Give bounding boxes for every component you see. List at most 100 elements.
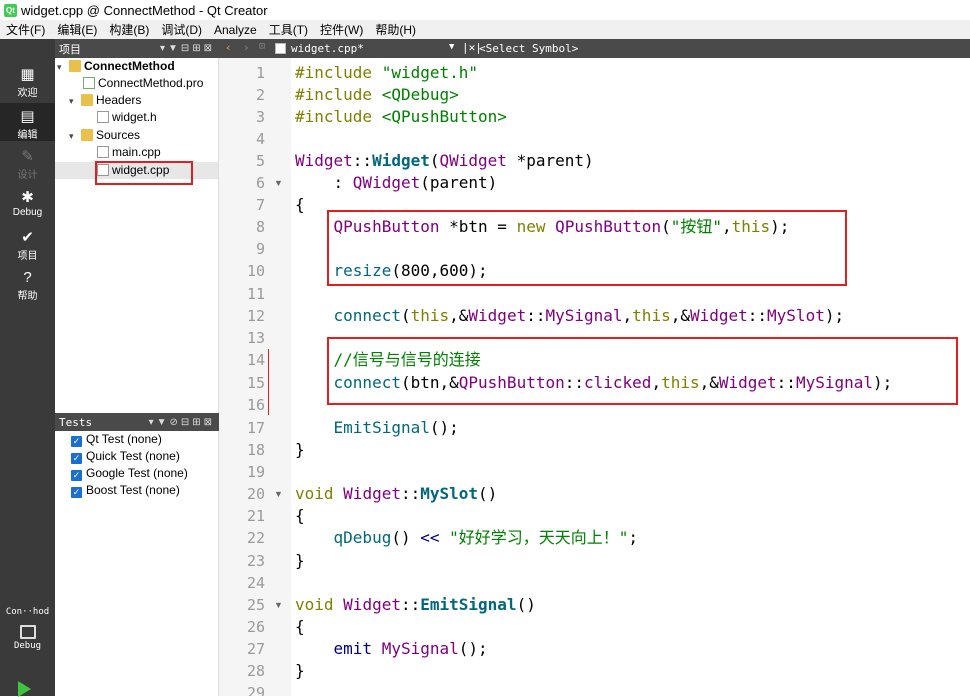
tree-item-headers[interactable]: ▾ Headers bbox=[69, 92, 141, 109]
menu-tools[interactable]: 工具(T) bbox=[269, 21, 308, 38]
panel-toolbar-icons[interactable]: ▾▼⊘⊟⊞⊠ bbox=[149, 417, 215, 428]
editor-file-tab[interactable]: widget.cpp* bbox=[291, 42, 364, 55]
folder-icon bbox=[81, 129, 93, 141]
editor-toolbar: ‹ › ⊡ widget.cpp* ▼ |✕| <Select Symbol> bbox=[219, 39, 970, 58]
line-number: 2 bbox=[255, 86, 265, 104]
code-line: } bbox=[295, 661, 305, 680]
line-number: 19 bbox=[246, 463, 265, 481]
line-number: 24 bbox=[246, 574, 265, 592]
bug-icon: ✱ bbox=[21, 189, 34, 206]
header-file-icon bbox=[97, 111, 109, 123]
code-line: } bbox=[295, 551, 305, 570]
mode-projects[interactable]: ✔ 项目 bbox=[0, 224, 55, 264]
code-editor[interactable]: #include "widget.h" #include <QDebug> #i… bbox=[291, 58, 970, 696]
code-line: } bbox=[295, 440, 305, 459]
code-line: { bbox=[295, 617, 305, 636]
chevron-down-icon[interactable]: ▼ bbox=[449, 42, 454, 52]
project-panel-title: 项目 bbox=[59, 43, 81, 56]
checkbox-checked-icon[interactable]: ✓ bbox=[71, 436, 82, 447]
line-number: 27 bbox=[246, 640, 265, 658]
tree-item-sources[interactable]: ▾ Sources bbox=[69, 127, 140, 144]
tree-item-main-cpp[interactable]: main.cpp bbox=[97, 144, 161, 161]
mode-help[interactable]: ? 帮助 bbox=[0, 264, 55, 304]
line-number: 22 bbox=[246, 529, 265, 547]
code-line: void Widget::MySlot() bbox=[295, 484, 498, 503]
title-bar: Qt widget.cpp @ ConnectMethod - Qt Creat… bbox=[0, 0, 970, 20]
line-number: 12 bbox=[246, 307, 265, 325]
code-line: void Widget::EmitSignal() bbox=[295, 595, 536, 614]
nav-forward-icon[interactable]: › bbox=[243, 41, 250, 54]
line-number: 6 bbox=[255, 174, 265, 192]
chevron-down-icon[interactable]: ▾ bbox=[57, 59, 69, 76]
line-number: 17 bbox=[246, 419, 265, 437]
fold-arrow-icon[interactable]: ▼ bbox=[274, 172, 283, 194]
menu-help[interactable]: 帮助(H) bbox=[375, 21, 416, 38]
checkbox-checked-icon[interactable]: ✓ bbox=[71, 453, 82, 464]
grid-icon: ▦ bbox=[20, 66, 35, 83]
code-line: EmitSignal(); bbox=[333, 418, 459, 437]
change-marker bbox=[268, 349, 269, 415]
panel-toolbar-icons[interactable]: ▾▼⊟⊞⊠ bbox=[160, 43, 215, 54]
file-icon bbox=[275, 43, 286, 54]
fold-arrow-icon[interactable]: ▼ bbox=[274, 483, 283, 505]
project-tree: ▾ ConnectMethod ConnectMethod.pro ▾ Header… bbox=[55, 58, 219, 413]
highlight-box-constructor bbox=[327, 210, 847, 286]
menu-debug[interactable]: 调试(D) bbox=[161, 21, 202, 38]
symbol-selector[interactable]: <Select Symbol> bbox=[479, 42, 578, 55]
menu-edit[interactable]: 编辑(E) bbox=[57, 21, 97, 38]
pen-icon: ✎ bbox=[21, 148, 34, 165]
checkbox-checked-icon[interactable]: ✓ bbox=[71, 487, 82, 498]
line-number: 28 bbox=[246, 662, 265, 680]
kit-project-name: Con··hod bbox=[5, 607, 50, 617]
tests-panel-header: Tests ▾▼⊘⊟⊞⊠ bbox=[55, 413, 219, 431]
menu-controls[interactable]: 控件(W) bbox=[320, 21, 363, 38]
line-number: 14 bbox=[246, 351, 265, 369]
source-file-icon bbox=[97, 146, 109, 158]
menu-file[interactable]: 文件(F) bbox=[6, 21, 45, 38]
test-item[interactable]: ✓ Google Test (none) bbox=[71, 465, 188, 482]
wrench-icon: ✔ bbox=[21, 229, 34, 246]
line-number: 3 bbox=[255, 108, 265, 126]
mode-debug[interactable]: ✱ Debug bbox=[0, 184, 55, 224]
qt-logo-icon: Qt bbox=[4, 3, 17, 17]
line-number: 23 bbox=[246, 552, 265, 570]
chevron-down-icon[interactable]: ▾ bbox=[69, 128, 81, 145]
fold-arrow-icon[interactable]: ▼ bbox=[274, 594, 283, 616]
mode-welcome[interactable]: ▦ 欢迎 bbox=[0, 61, 55, 101]
kit-selector[interactable]: Debug bbox=[0, 623, 55, 663]
nav-back-icon[interactable]: ‹ bbox=[225, 41, 232, 54]
tree-item-pro[interactable]: ConnectMethod.pro bbox=[83, 75, 203, 92]
tree-root[interactable]: ▾ ConnectMethod bbox=[57, 58, 175, 75]
test-item[interactable]: ✓ Boost Test (none) bbox=[71, 482, 180, 499]
menu-bar: 文件(F) 编辑(E) 构建(B) 调试(D) Analyze 工具(T) 控件… bbox=[0, 20, 970, 39]
line-number: 5 bbox=[255, 152, 265, 170]
line-number: 10 bbox=[246, 262, 265, 280]
line-number: 25 bbox=[246, 596, 265, 614]
edit-icon: ▤ bbox=[20, 108, 35, 125]
mode-design[interactable]: ✎ 设计 bbox=[0, 143, 55, 183]
line-number: 26 bbox=[246, 618, 265, 636]
menu-analyze[interactable]: Analyze bbox=[214, 23, 257, 37]
run-icon[interactable] bbox=[18, 681, 31, 697]
line-number: 7 bbox=[255, 196, 265, 214]
test-item[interactable]: ✓ Quick Test (none) bbox=[71, 448, 180, 465]
folder-icon bbox=[81, 94, 93, 106]
code-line: #include <QDebug> bbox=[295, 85, 459, 104]
code-line: connect(this,&Widget::MySignal,this,&Wid… bbox=[333, 306, 845, 325]
chevron-down-icon[interactable]: ▾ bbox=[69, 93, 81, 110]
line-number: 8 bbox=[255, 218, 265, 236]
monitor-icon bbox=[19, 625, 36, 639]
mode-edit[interactable]: ▤ 编辑 bbox=[0, 103, 55, 141]
checkbox-checked-icon[interactable]: ✓ bbox=[71, 470, 82, 481]
code-line: #include "widget.h" bbox=[295, 63, 479, 82]
line-number: 16 bbox=[246, 396, 265, 414]
code-line: Widget::Widget(QWidget *parent) bbox=[295, 151, 594, 170]
lock-icon: ⊡ bbox=[259, 41, 266, 52]
code-line: { bbox=[295, 195, 305, 214]
help-icon: ? bbox=[23, 269, 32, 286]
test-item[interactable]: ✓ Qt Test (none) bbox=[71, 431, 162, 448]
tree-item-widget-h[interactable]: widget.h bbox=[97, 109, 157, 126]
menu-build[interactable]: 构建(B) bbox=[109, 21, 149, 38]
line-number: 15 bbox=[246, 374, 265, 392]
line-number: 13 bbox=[246, 329, 265, 347]
